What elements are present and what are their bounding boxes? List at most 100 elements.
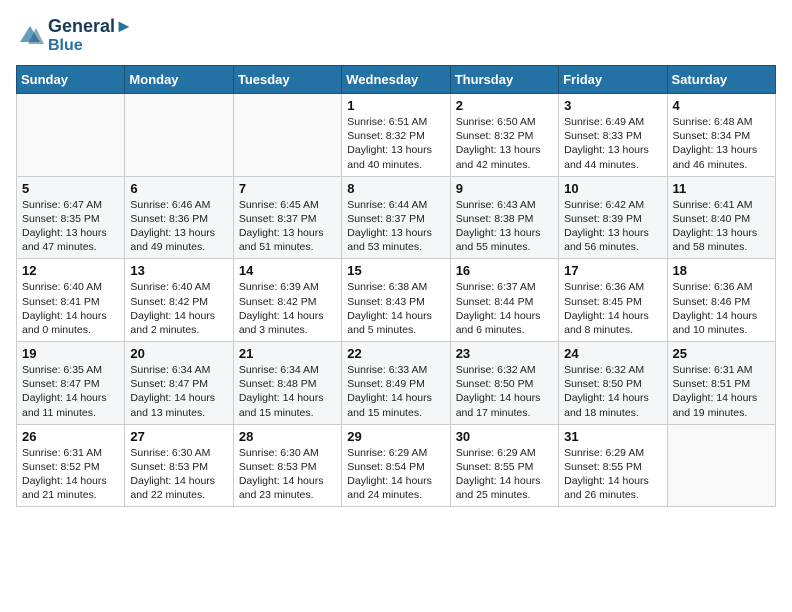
- day-info: Sunrise: 6:29 AMSunset: 8:54 PMDaylight:…: [347, 446, 444, 503]
- day-number: 1: [347, 98, 444, 113]
- calendar-cell: 16Sunrise: 6:37 AMSunset: 8:44 PMDayligh…: [450, 259, 558, 342]
- day-info: Sunrise: 6:29 AMSunset: 8:55 PMDaylight:…: [564, 446, 661, 503]
- day-info: Sunrise: 6:40 AMSunset: 8:41 PMDaylight:…: [22, 280, 119, 337]
- weekday-header-tuesday: Tuesday: [233, 66, 341, 94]
- calendar-cell: 6Sunrise: 6:46 AMSunset: 8:36 PMDaylight…: [125, 176, 233, 259]
- calendar-cell: 20 Sunrise: 6:34 AMSunset: 8:47 PMDayligh…: [125, 342, 233, 425]
- day-info: Sunrise: 6:31 AMSunset: 8:52 PMDaylight:…: [22, 446, 119, 503]
- day-number: 18: [673, 263, 770, 278]
- day-info: Sunrise: 6:49 AMSunset: 8:33 PMDaylight:…: [564, 115, 661, 172]
- calendar-cell: 4Sunrise: 6:48 AMSunset: 8:34 PMDaylight…: [667, 94, 775, 177]
- day-number: 2: [456, 98, 553, 113]
- day-info: Sunrise: 6:35 AMSunset: 8:47 PMDaylight:…: [22, 363, 119, 420]
- day-info: Sunrise: 6:36 AMSunset: 8:46 PMDaylight:…: [673, 280, 770, 337]
- day-number: 11: [673, 181, 770, 196]
- calendar-cell: 17 Sunrise: 6:36 AMSunset: 8:45 PMDayligh…: [559, 259, 667, 342]
- calendar-table: SundayMondayTuesdayWednesdayThursdayFrid…: [16, 65, 776, 507]
- calendar-cell: [17, 94, 125, 177]
- calendar-cell: 12 Sunrise: 6:40 AMSunset: 8:41 PMDayligh…: [17, 259, 125, 342]
- day-number: 26: [22, 429, 119, 444]
- calendar-header-row: SundayMondayTuesdayWednesdayThursdayFrid…: [17, 66, 776, 94]
- calendar-week-1: 1 Sunrise: 6:51 AMSunset: 8:32 PMDaylight…: [17, 94, 776, 177]
- day-info: Sunrise: 6:30 AMSunset: 8:53 PMDaylight:…: [130, 446, 227, 503]
- day-info: Sunrise: 6:47 AMSunset: 8:35 PMDaylight:…: [22, 198, 119, 255]
- page-header: General► Blue: [16, 16, 776, 55]
- day-number: 29: [347, 429, 444, 444]
- calendar-cell: 26 Sunrise: 6:31 AMSunset: 8:52 PMDayligh…: [17, 424, 125, 507]
- calendar-cell: 29 Sunrise: 6:29 AMSunset: 8:54 PMDayligh…: [342, 424, 450, 507]
- day-number: 10: [564, 181, 661, 196]
- day-number: 7: [239, 181, 336, 196]
- day-number: 6: [130, 181, 227, 196]
- day-number: 15: [347, 263, 444, 278]
- calendar-cell: 25 Sunrise: 6:31 AMSunset: 8:51 PMDayligh…: [667, 342, 775, 425]
- day-info: Sunrise: 6:44 AMSunset: 8:37 PMDaylight:…: [347, 198, 444, 255]
- calendar-cell: 9 Sunrise: 6:43 AMSunset: 8:38 PMDaylight…: [450, 176, 558, 259]
- day-info: Sunrise: 6:51 AMSunset: 8:32 PMDaylight:…: [347, 115, 444, 172]
- day-info: Sunrise: 6:30 AMSunset: 8:53 PMDaylight:…: [239, 446, 336, 503]
- calendar-cell: [233, 94, 341, 177]
- day-number: 12: [22, 263, 119, 278]
- weekday-header-thursday: Thursday: [450, 66, 558, 94]
- day-info: Sunrise: 6:43 AMSunset: 8:38 PMDaylight:…: [456, 198, 553, 255]
- logo-text: General► Blue: [48, 16, 133, 55]
- day-number: 21: [239, 346, 336, 361]
- calendar-cell: 30Sunrise: 6:29 AMSunset: 8:55 PMDayligh…: [450, 424, 558, 507]
- day-number: 22: [347, 346, 444, 361]
- day-number: 3: [564, 98, 661, 113]
- day-info: Sunrise: 6:40 AMSunset: 8:42 PMDaylight:…: [130, 280, 227, 337]
- calendar-cell: 8 Sunrise: 6:44 AMSunset: 8:37 PMDaylight…: [342, 176, 450, 259]
- calendar-cell: 5 Sunrise: 6:47 AMSunset: 8:35 PMDaylight…: [17, 176, 125, 259]
- calendar-cell: [667, 424, 775, 507]
- calendar-cell: 10 Sunrise: 6:42 AMSunset: 8:39 PMDayligh…: [559, 176, 667, 259]
- day-number: 19: [22, 346, 119, 361]
- day-info: Sunrise: 6:50 AMSunset: 8:32 PMDaylight:…: [456, 115, 553, 172]
- day-info: Sunrise: 6:34 AMSunset: 8:47 PMDaylight:…: [130, 363, 227, 420]
- calendar-cell: 24Sunrise: 6:32 AMSunset: 8:50 PMDayligh…: [559, 342, 667, 425]
- calendar-cell: 27 Sunrise: 6:30 AMSunset: 8:53 PMDayligh…: [125, 424, 233, 507]
- day-info: Sunrise: 6:37 AMSunset: 8:44 PMDaylight:…: [456, 280, 553, 337]
- day-number: 30: [456, 429, 553, 444]
- day-number: 23: [456, 346, 553, 361]
- calendar-cell: 3 Sunrise: 6:49 AMSunset: 8:33 PMDaylight…: [559, 94, 667, 177]
- day-number: 9: [456, 181, 553, 196]
- logo-icon: [16, 22, 44, 50]
- weekday-header-sunday: Sunday: [17, 66, 125, 94]
- calendar-cell: 2 Sunrise: 6:50 AMSunset: 8:32 PMDaylight…: [450, 94, 558, 177]
- calendar-cell: 21 Sunrise: 6:34 AMSunset: 8:48 PMDayligh…: [233, 342, 341, 425]
- day-info: Sunrise: 6:34 AMSunset: 8:48 PMDaylight:…: [239, 363, 336, 420]
- calendar-cell: 1 Sunrise: 6:51 AMSunset: 8:32 PMDaylight…: [342, 94, 450, 177]
- day-info: Sunrise: 6:41 AMSunset: 8:40 PMDaylight:…: [673, 198, 770, 255]
- day-info: Sunrise: 6:48 AMSunset: 8:34 PMDaylight:…: [673, 115, 770, 172]
- day-info: Sunrise: 6:33 AMSunset: 8:49 PMDaylight:…: [347, 363, 444, 420]
- day-info: Sunrise: 6:32 AMSunset: 8:50 PMDaylight:…: [456, 363, 553, 420]
- calendar-cell: 19 Sunrise: 6:35 AMSunset: 8:47 PMDayligh…: [17, 342, 125, 425]
- calendar-week-2: 5 Sunrise: 6:47 AMSunset: 8:35 PMDaylight…: [17, 176, 776, 259]
- day-info: Sunrise: 6:36 AMSunset: 8:45 PMDaylight:…: [564, 280, 661, 337]
- calendar-cell: 15Sunrise: 6:38 AMSunset: 8:43 PMDayligh…: [342, 259, 450, 342]
- calendar-week-4: 19 Sunrise: 6:35 AMSunset: 8:47 PMDayligh…: [17, 342, 776, 425]
- day-number: 13: [130, 263, 227, 278]
- day-number: 28: [239, 429, 336, 444]
- calendar-cell: 18 Sunrise: 6:36 AMSunset: 8:46 PMDayligh…: [667, 259, 775, 342]
- day-info: Sunrise: 6:45 AMSunset: 8:37 PMDaylight:…: [239, 198, 336, 255]
- calendar-cell: 7 Sunrise: 6:45 AMSunset: 8:37 PMDaylight…: [233, 176, 341, 259]
- calendar-cell: 11 Sunrise: 6:41 AMSunset: 8:40 PMDayligh…: [667, 176, 775, 259]
- day-info: Sunrise: 6:42 AMSunset: 8:39 PMDaylight:…: [564, 198, 661, 255]
- day-number: 14: [239, 263, 336, 278]
- calendar-week-5: 26 Sunrise: 6:31 AMSunset: 8:52 PMDayligh…: [17, 424, 776, 507]
- weekday-header-friday: Friday: [559, 66, 667, 94]
- calendar-cell: 31Sunrise: 6:29 AMSunset: 8:55 PMDayligh…: [559, 424, 667, 507]
- calendar-cell: 23 Sunrise: 6:32 AMSunset: 8:50 PMDayligh…: [450, 342, 558, 425]
- day-number: 5: [22, 181, 119, 196]
- logo: General► Blue: [16, 16, 133, 55]
- weekday-header-wednesday: Wednesday: [342, 66, 450, 94]
- day-number: 17: [564, 263, 661, 278]
- day-info: Sunrise: 6:39 AMSunset: 8:42 PMDaylight:…: [239, 280, 336, 337]
- day-number: 27: [130, 429, 227, 444]
- day-number: 8: [347, 181, 444, 196]
- calendar-cell: 14 Sunrise: 6:39 AMSunset: 8:42 PMDayligh…: [233, 259, 341, 342]
- day-number: 25: [673, 346, 770, 361]
- day-number: 20: [130, 346, 227, 361]
- day-info: Sunrise: 6:31 AMSunset: 8:51 PMDaylight:…: [673, 363, 770, 420]
